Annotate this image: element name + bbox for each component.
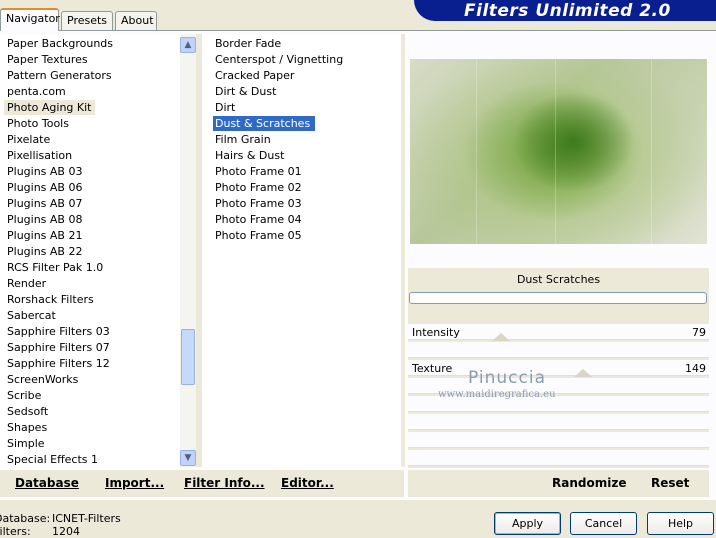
category-item[interactable]: Pixellisation: [7, 148, 76, 163]
category-item[interactable]: Plugins AB 08: [7, 212, 86, 227]
category-item[interactable]: Rorshack Filters: [7, 292, 98, 307]
slider-intensity-value: 79: [692, 326, 706, 339]
category-list[interactable]: Paper Backgrounds Paper Textures Pattern G…: [0, 34, 180, 470]
category-item[interactable]: Shapes: [7, 420, 51, 435]
category-item[interactable]: Scribe: [7, 388, 45, 403]
category-item[interactable]: penta.com: [7, 84, 70, 99]
category-item[interactable]: Simple: [7, 436, 49, 451]
tab-presets[interactable]: Presets: [61, 11, 113, 30]
category-item[interactable]: Sedsoft: [7, 404, 52, 419]
scroll-up-icon[interactable]: ▲: [180, 37, 196, 53]
category-item[interactable]: Plugins AB 03: [7, 164, 86, 179]
app-title: Filters Unlimited 2.0: [464, 1, 671, 21]
filter-item[interactable]: Centerspot / Vignetting: [215, 52, 346, 67]
watermark-name: Pinuccia: [468, 368, 546, 388]
preview-line: [476, 59, 477, 244]
category-item[interactable]: Render: [7, 276, 50, 291]
slider-texture-label: Texture: [412, 362, 453, 375]
slider-intensity-label: Intensity: [412, 326, 460, 339]
category-item[interactable]: ScreenWorks: [7, 372, 82, 387]
category-scrollbar[interactable]: ▲ ▼: [180, 34, 196, 467]
database-link[interactable]: Database: [15, 476, 79, 490]
scroll-down-icon[interactable]: ▼: [180, 450, 196, 466]
scroll-thumb[interactable]: [181, 329, 195, 385]
apply-button[interactable]: Apply: [494, 512, 561, 535]
category-item[interactable]: Paper Textures: [7, 52, 92, 67]
control-slot-empty: [408, 432, 709, 448]
category-item[interactable]: RCS Filter Pak 1.0: [7, 260, 107, 275]
category-item[interactable]: Sapphire Filters 03: [7, 324, 114, 339]
randomize-button[interactable]: Randomize: [552, 476, 626, 490]
filter-item[interactable]: Hairs & Dust: [215, 148, 287, 163]
reset-button[interactable]: Reset: [651, 476, 689, 490]
control-slot-empty: [408, 414, 709, 430]
filters-label: Filters:: [0, 525, 31, 538]
progress-bar: [409, 292, 707, 304]
filter-item[interactable]: Border Fade: [215, 36, 284, 51]
category-item[interactable]: Plugins AB 21: [7, 228, 86, 243]
category-item[interactable]: Pixelate: [7, 132, 54, 147]
filter-item[interactable]: Photo Frame 02: [215, 180, 305, 195]
filter-item[interactable]: Dirt & Dust: [215, 84, 279, 99]
import-link[interactable]: Import...: [105, 476, 164, 490]
preview-line: [555, 59, 556, 244]
editor-link[interactable]: Editor...: [281, 476, 334, 490]
filter-info-link[interactable]: Filter Info...: [184, 476, 265, 490]
category-item[interactable]: Plugins AB 06: [7, 180, 86, 195]
filter-item[interactable]: Film Grain: [215, 132, 274, 147]
category-item[interactable]: Sapphire Filters 07: [7, 340, 114, 355]
filter-title: Dust Scratches: [516, 273, 601, 286]
slider-texture-handle-icon[interactable]: [574, 369, 592, 377]
preview-line: [651, 59, 652, 244]
filter-item[interactable]: Photo Frame 01: [215, 164, 305, 179]
category-item[interactable]: Photo Aging Kit: [4, 100, 96, 115]
category-item[interactable]: Plugins AB 07: [7, 196, 86, 211]
database-value: ICNET-Filters: [52, 512, 121, 525]
database-label: Database:: [0, 512, 51, 525]
category-item[interactable]: Special Effects 1: [7, 452, 102, 467]
category-item[interactable]: Plugins AB 22: [7, 244, 86, 259]
category-item[interactable]: Sapphire Filters 12: [7, 356, 114, 371]
slider-texture-value: 149: [685, 362, 706, 375]
category-item[interactable]: Paper Backgrounds: [7, 36, 117, 51]
category-item[interactable]: Sabercat: [7, 308, 60, 323]
category-item[interactable]: Pattern Generators: [7, 68, 116, 83]
cancel-button[interactable]: Cancel: [570, 512, 637, 535]
slider-intensity-handle-icon[interactable]: [492, 333, 510, 341]
control-slot-empty: [408, 450, 709, 466]
tab-about[interactable]: About: [115, 11, 157, 30]
category-item[interactable]: Photo Tools: [7, 116, 73, 131]
filters-value: 1204: [52, 525, 80, 538]
filter-item[interactable]: Photo Frame 03: [215, 196, 305, 211]
tab-navigator[interactable]: Navigator: [0, 8, 60, 31]
filter-item[interactable]: Cracked Paper: [215, 68, 297, 83]
filter-list[interactable]: Border Fade Centerspot / Vignetting Cracke…: [202, 34, 401, 467]
preview-image[interactable]: [410, 59, 707, 244]
filter-item[interactable]: Photo Frame 04: [215, 212, 305, 227]
control-slot-empty: [408, 342, 709, 358]
filter-item[interactable]: Dust & Scratches: [213, 116, 316, 131]
filter-item[interactable]: Dirt: [215, 100, 238, 115]
watermark-url: www.maidiregrafica.eu: [438, 389, 556, 400]
filter-item[interactable]: Photo Frame 05: [215, 228, 305, 243]
help-button[interactable]: Help: [647, 512, 714, 535]
